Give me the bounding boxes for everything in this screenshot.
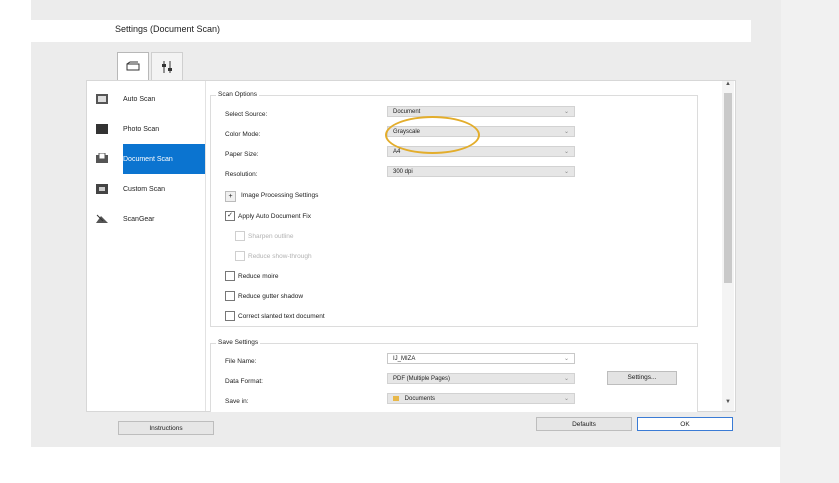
sidebar-item-label: Auto Scan: [123, 95, 156, 103]
paper-size-dropdown[interactable]: A4 ⌄: [387, 146, 575, 157]
sidebar-item-label: Photo Scan: [123, 125, 160, 133]
save-in-label: Save in:: [225, 398, 249, 405]
scan-options-group: Scan Options Select Source: Document ⌄ C…: [210, 91, 698, 327]
title-bar: Settings (Document Scan): [31, 20, 751, 42]
document-scan-icon: [95, 152, 109, 166]
select-source-dropdown[interactable]: Document ⌄: [387, 106, 575, 117]
tab-scan[interactable]: [117, 52, 149, 81]
image-processing-toggle[interactable]: +: [225, 191, 236, 202]
checkbox-label: Reduce gutter shadow: [238, 292, 304, 300]
data-format-dropdown[interactable]: PDF (Multiple Pages) ⌄: [387, 373, 575, 384]
scan-tab-icon: [126, 61, 140, 71]
file-name-label: File Name:: [225, 358, 257, 365]
file-name-input[interactable]: IJ_MIZA ⌄: [387, 353, 575, 364]
dialog-client-area: Auto Scan Photo Scan Document Scan Custo…: [86, 80, 736, 412]
chevron-down-icon: ⌄: [563, 396, 569, 402]
chevron-down-icon: ⌄: [563, 109, 569, 115]
checkbox-box: [225, 271, 235, 281]
instructions-button[interactable]: Instructions: [118, 421, 214, 435]
save-in-dropdown[interactable]: Documents ⌄: [387, 393, 575, 404]
chevron-down-icon: ⌄: [563, 169, 569, 175]
options-panel: Scan Options Select Source: Document ⌄ C…: [206, 81, 719, 412]
scangear-icon: [95, 212, 109, 226]
auto-scan-icon: [95, 92, 109, 106]
scroll-up-icon[interactable]: ▲: [722, 81, 734, 91]
reduce-gutter-shadow-checkbox[interactable]: Reduce gutter shadow: [225, 291, 303, 301]
color-mode-label: Color Mode:: [225, 131, 261, 138]
general-settings-tab-icon: [162, 61, 172, 73]
checkbox-box: ✓: [225, 211, 235, 221]
checkbox-label: Reduce show-through: [248, 252, 312, 260]
paper-size-label: Paper Size:: [225, 151, 259, 158]
defaults-button[interactable]: Defaults: [536, 417, 632, 431]
correct-slanted-text-checkbox[interactable]: Correct slanted text document: [225, 311, 325, 321]
checkbox-box: [225, 311, 235, 321]
tab-general-settings[interactable]: [151, 52, 183, 81]
chevron-down-icon: ⌄: [563, 356, 569, 362]
checkbox-box: [225, 291, 235, 301]
scan-options-legend: Scan Options: [216, 91, 260, 98]
data-format-settings-button[interactable]: Settings...: [607, 371, 677, 385]
resolution-label: Resolution:: [225, 171, 258, 178]
scroll-thumb[interactable]: [724, 93, 732, 283]
ok-button[interactable]: OK: [637, 417, 733, 431]
checkbox-label: Sharpen outline: [248, 232, 294, 240]
tab-bar: [111, 46, 731, 82]
sidebar-item-document-scan[interactable]: Document Scan: [96, 144, 205, 174]
resolution-dropdown[interactable]: 300 dpi ⌄: [387, 166, 575, 177]
sharpen-outline-checkbox[interactable]: Sharpen outline: [235, 231, 294, 241]
photo-scan-icon: [95, 122, 109, 136]
reduce-show-through-checkbox[interactable]: Reduce show-through: [235, 251, 312, 261]
custom-scan-icon: [95, 182, 109, 196]
sidebar-item-label: Document Scan: [123, 155, 173, 163]
sidebar-item-custom-scan[interactable]: Custom Scan: [87, 174, 205, 204]
select-source-label: Select Source:: [225, 111, 268, 118]
scroll-down-icon[interactable]: ▼: [722, 399, 734, 409]
sidebar-item-scangear[interactable]: ScanGear: [87, 204, 205, 234]
sidebar-item-label: ScanGear: [123, 215, 155, 223]
save-settings-legend: Save Settings: [216, 339, 261, 346]
color-mode-dropdown[interactable]: Grayscale ⌄: [387, 126, 575, 137]
chevron-down-icon: ⌄: [563, 376, 569, 382]
checkbox-box: [235, 231, 245, 241]
folder-icon: [393, 395, 399, 401]
reduce-moire-checkbox[interactable]: Reduce moire: [225, 271, 278, 281]
data-format-label: Data Format:: [225, 378, 263, 385]
chevron-down-icon: ⌄: [563, 149, 569, 155]
chevron-down-icon: ⌄: [563, 129, 569, 135]
right-margin: [780, 0, 839, 483]
checkbox-label: Apply Auto Document Fix: [238, 212, 311, 220]
sidebar: Auto Scan Photo Scan Document Scan Custo…: [87, 81, 206, 411]
window-title: Settings (Document Scan): [115, 24, 221, 34]
sidebar-item-auto-scan[interactable]: Auto Scan: [87, 84, 205, 114]
options-scrollbar[interactable]: ▲ ▼: [722, 81, 734, 411]
image-processing-label: Image Processing Settings: [241, 192, 319, 199]
sidebar-item-label: Custom Scan: [123, 185, 166, 193]
apply-auto-document-fix-checkbox[interactable]: ✓ Apply Auto Document Fix: [225, 211, 311, 221]
sidebar-item-photo-scan[interactable]: Photo Scan: [87, 114, 205, 144]
checkbox-label: Reduce moire: [238, 272, 279, 280]
checkbox-box: [235, 251, 245, 261]
checkbox-label: Correct slanted text document: [238, 312, 325, 320]
